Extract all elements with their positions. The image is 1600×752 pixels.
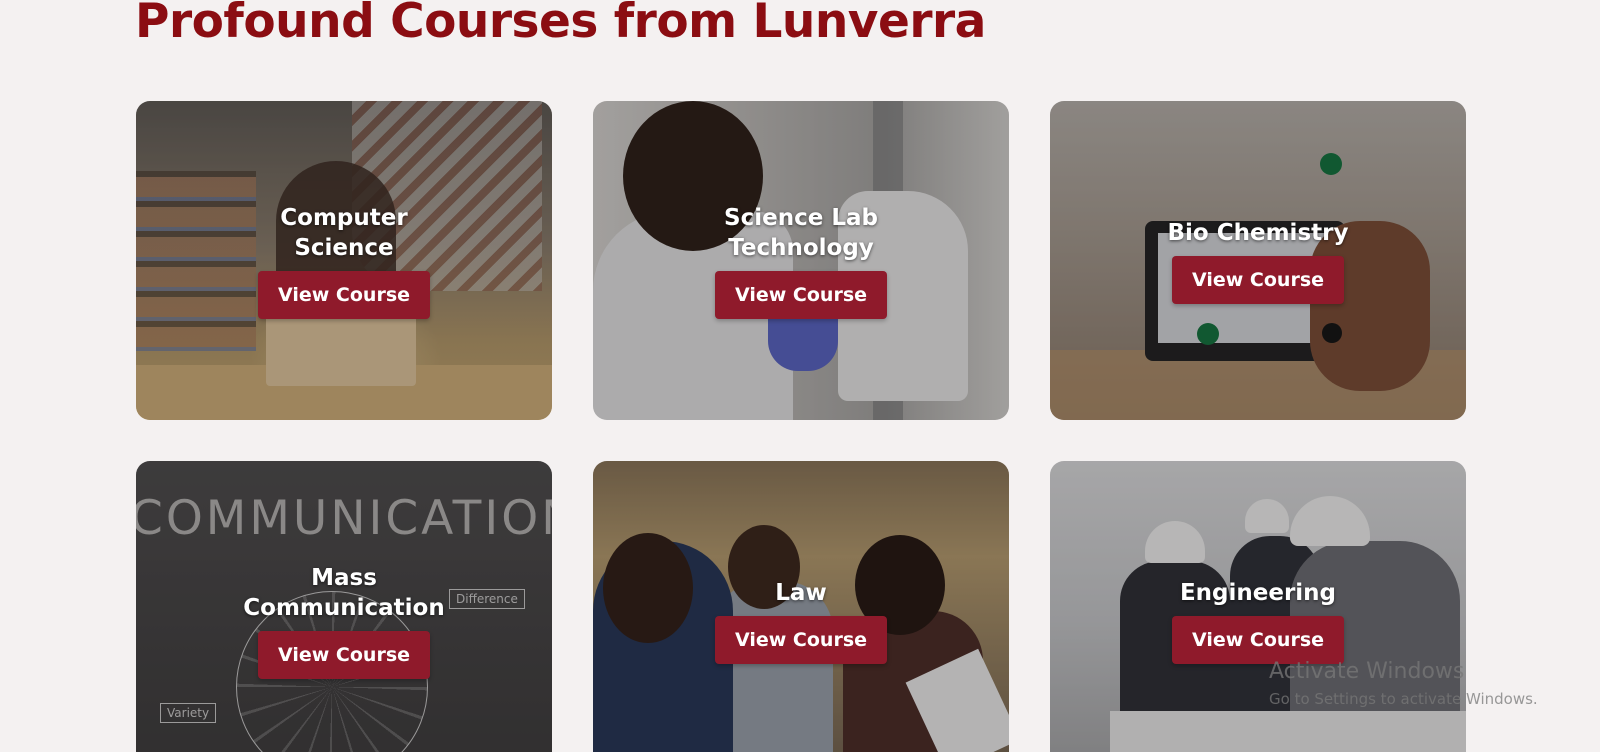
view-course-button[interactable]: View Course bbox=[1171, 255, 1345, 304]
course-card-bio-chemistry[interactable]: Bio Chemistry View Course bbox=[1050, 101, 1466, 420]
course-title: Computer Science bbox=[280, 204, 408, 261]
course-card-computer-science[interactable]: Computer Science View Course bbox=[136, 101, 552, 420]
windows-activation-watermark: Activate Windows Go to Settings to activ… bbox=[1269, 659, 1538, 709]
course-grid: Computer Science View Course Science Lab… bbox=[136, 101, 1466, 752]
view-course-button[interactable]: View Course bbox=[257, 630, 431, 679]
course-card-law[interactable]: Law View Course bbox=[593, 461, 1009, 752]
view-course-button[interactable]: View Course bbox=[257, 270, 431, 319]
watermark-subtitle: Go to Settings to activate Windows. bbox=[1269, 690, 1538, 708]
watermark-title: Activate Windows bbox=[1269, 659, 1465, 684]
page: Profound Courses from Lunverra Computer … bbox=[0, 0, 1600, 752]
course-title: Science Lab Technology bbox=[724, 204, 878, 261]
course-card-mass-communication[interactable]: COMMUNICATION Difference Variety Mass Co… bbox=[136, 461, 552, 752]
page-title: Profound Courses from Lunverra bbox=[135, 0, 986, 49]
course-title: Law bbox=[775, 579, 827, 606]
course-title: Mass Communication bbox=[243, 564, 445, 621]
view-course-button[interactable]: View Course bbox=[714, 615, 888, 664]
course-card-science-lab-technology[interactable]: Science Lab Technology View Course bbox=[593, 101, 1009, 420]
view-course-button[interactable]: View Course bbox=[1171, 615, 1345, 664]
course-title: Bio Chemistry bbox=[1167, 219, 1349, 246]
course-title: Engineering bbox=[1179, 579, 1337, 606]
view-course-button[interactable]: View Course bbox=[714, 270, 888, 319]
